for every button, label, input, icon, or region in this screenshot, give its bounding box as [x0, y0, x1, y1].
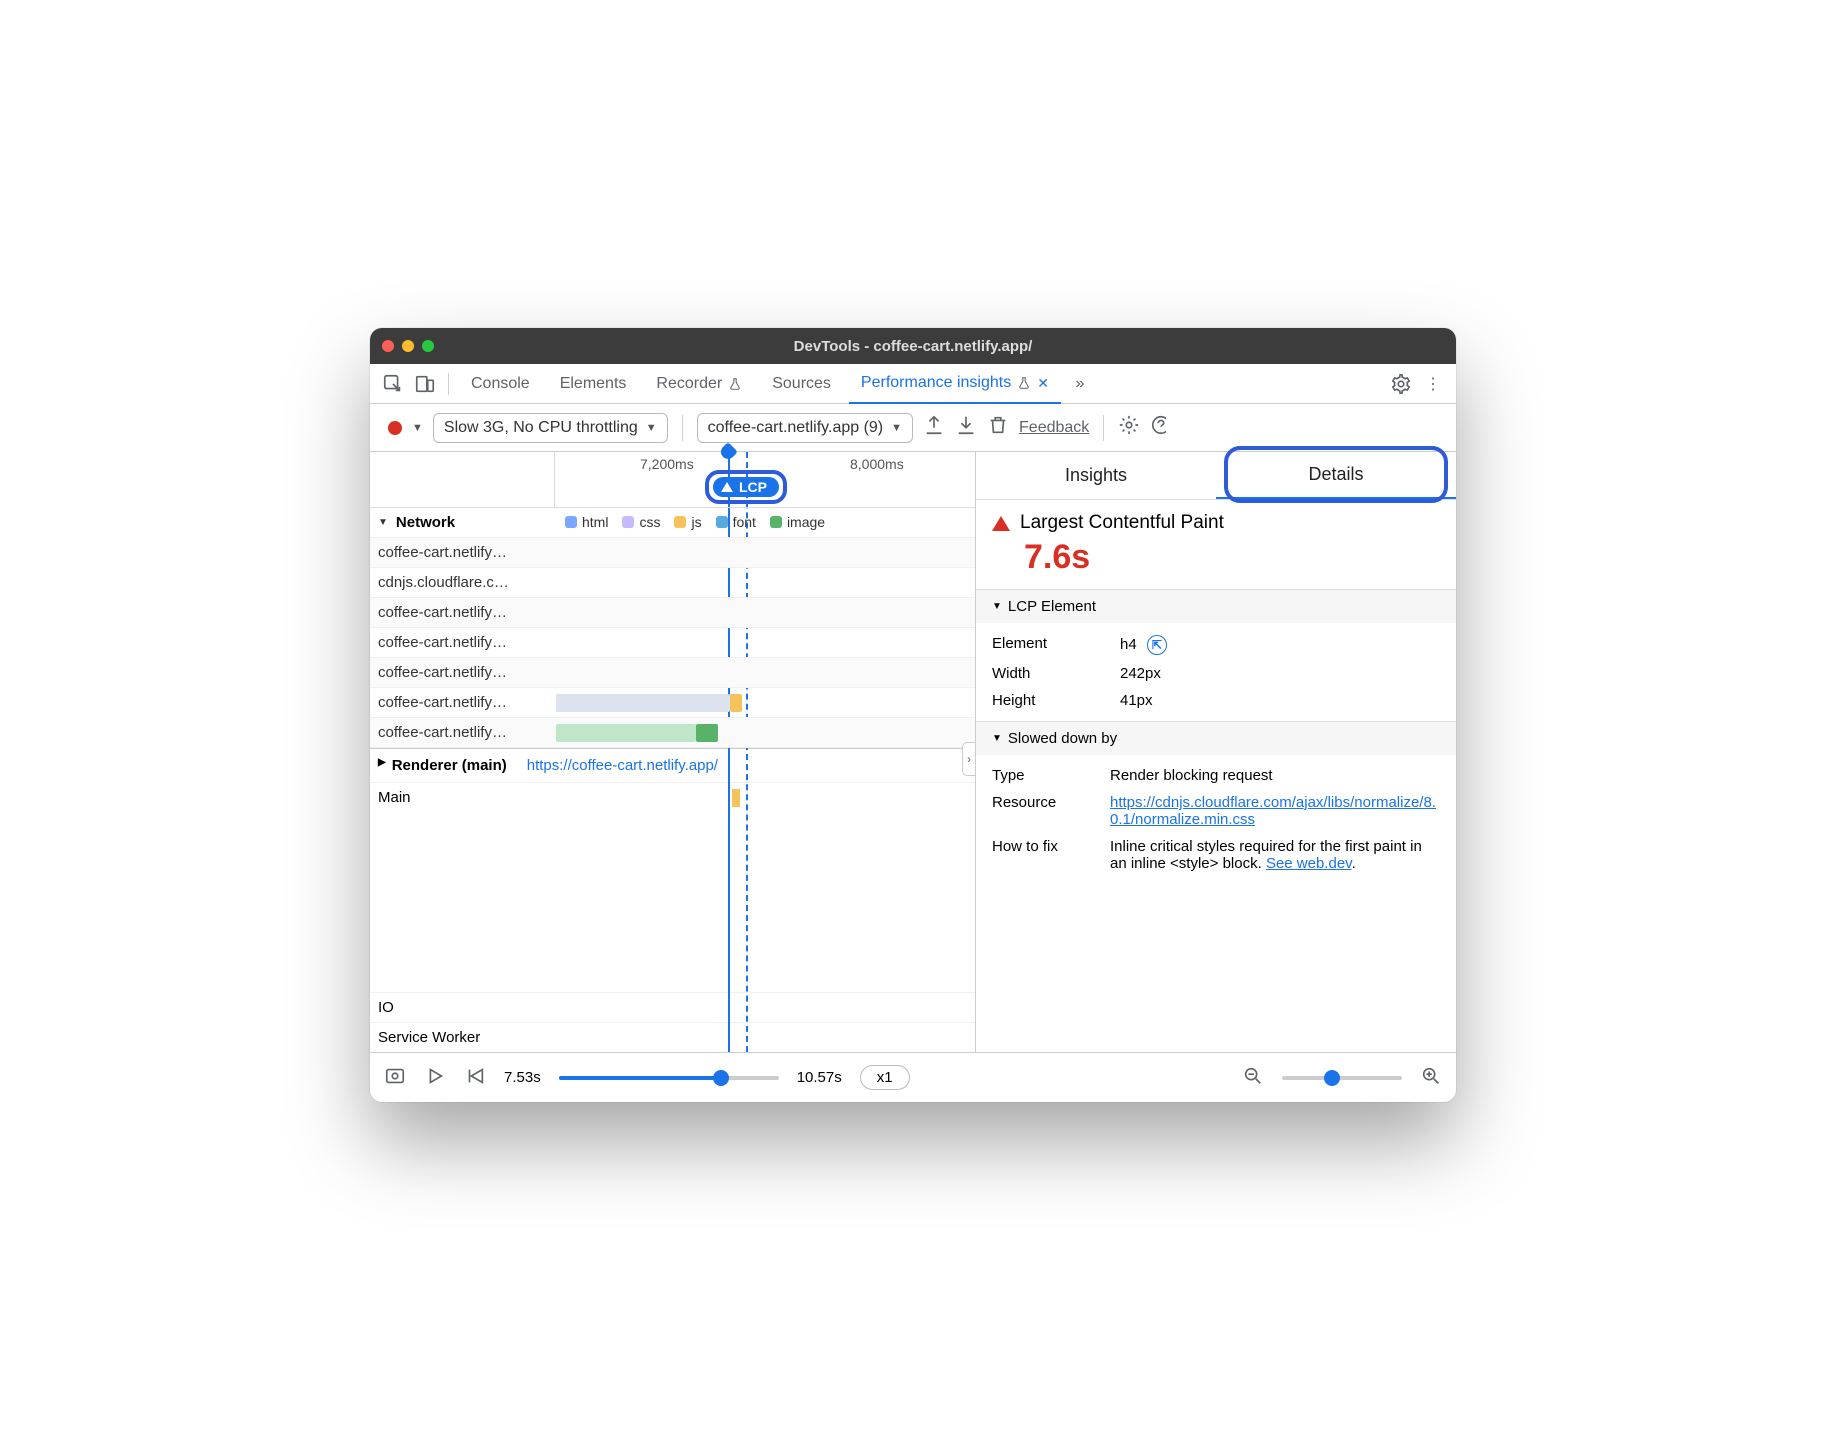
flask-icon	[728, 377, 742, 391]
overflow-tabs-icon[interactable]: »	[1067, 371, 1093, 397]
webdev-link[interactable]: See web.dev	[1266, 855, 1352, 872]
flask-icon	[1017, 376, 1031, 390]
lcp-element-accordion[interactable]: LCP Element	[976, 589, 1456, 623]
lcp-heading: Largest Contentful Paint	[992, 512, 1440, 534]
upload-icon[interactable]	[923, 414, 945, 441]
feedback-link[interactable]: Feedback	[1019, 419, 1089, 437]
zoom-out-icon[interactable]	[1242, 1065, 1264, 1091]
kebab-menu-icon[interactable]: ⋮	[1420, 371, 1446, 397]
settings-gear-icon[interactable]	[1388, 371, 1414, 397]
tab-details[interactable]: Details	[1216, 452, 1456, 499]
renderer-track-sw[interactable]: Service Worker	[370, 1022, 975, 1052]
zoom-slider[interactable]	[1282, 1076, 1402, 1080]
panel-expand-handle[interactable]: ›	[962, 742, 976, 776]
devtools-tabstrip: Console Elements Recorder Sources Perfor…	[370, 364, 1456, 404]
kv-key: Element	[992, 635, 1102, 655]
network-request-row[interactable]: coffee-cart.netlify…	[370, 538, 975, 568]
zoom-in-icon[interactable]	[1420, 1065, 1442, 1091]
ruler-tick: 8,000ms	[850, 456, 904, 472]
tab-elements[interactable]: Elements	[548, 364, 639, 403]
network-request-row[interactable]: coffee-cart.netlify…	[370, 688, 975, 718]
tab-recorder[interactable]: Recorder	[644, 364, 754, 403]
timeline-panel: 7,200ms 8,000ms LCP Network html css	[370, 452, 976, 1052]
network-request-row[interactable]: cdnjs.cloudflare.c…	[370, 568, 975, 598]
play-icon[interactable]	[424, 1065, 446, 1091]
kv-value: 41px	[1120, 692, 1440, 709]
timeline-ruler[interactable]: 7,200ms 8,000ms LCP	[370, 452, 975, 508]
devtools-window: DevTools - coffee-cart.netlify.app/ Cons…	[370, 328, 1456, 1102]
throttling-select[interactable]: Slow 3G, No CPU throttling▼	[433, 413, 668, 443]
tab-sources[interactable]: Sources	[760, 364, 843, 403]
lcp-value: 7.6s	[1024, 538, 1440, 577]
network-request-row[interactable]: coffee-cart.netlify…	[370, 718, 975, 748]
kv-value: h4 ⇱	[1120, 635, 1440, 655]
kv-key: Width	[992, 665, 1102, 682]
renderer-track-io[interactable]: IO	[370, 992, 975, 1022]
rewind-icon[interactable]	[464, 1065, 486, 1091]
kv-value: https://cdnjs.cloudflare.com/ajax/libs/n…	[1110, 794, 1440, 828]
kv-key: How to fix	[992, 838, 1092, 872]
tab-performance-insights[interactable]: Performance insights ✕	[849, 365, 1061, 404]
record-button[interactable]	[388, 421, 402, 435]
kv-key: Resource	[992, 794, 1092, 828]
delete-icon[interactable]	[987, 414, 1009, 441]
renderer-track-main[interactable]: Main	[370, 782, 975, 812]
kv-key: Height	[992, 692, 1102, 709]
kv-key: Type	[992, 767, 1092, 784]
warning-triangle-icon	[992, 516, 1010, 531]
lcp-marker[interactable]: LCP	[705, 470, 787, 504]
content-area: 7,200ms 8,000ms LCP Network html css	[370, 452, 1456, 1052]
window-title: DevTools - coffee-cart.netlify.app/	[370, 338, 1456, 355]
record-menu-caret-icon[interactable]: ▼	[412, 422, 423, 434]
window-titlebar: DevTools - coffee-cart.netlify.app/	[370, 328, 1456, 364]
close-icon[interactable]: ✕	[1037, 375, 1049, 392]
triangle-up-icon	[721, 482, 733, 492]
recording-select[interactable]: coffee-cart.netlify.app (9)▼	[697, 413, 913, 443]
network-request-row[interactable]: coffee-cart.netlify…	[370, 598, 975, 628]
network-request-row[interactable]: coffee-cart.netlify…	[370, 628, 975, 658]
time-start: 7.53s	[504, 1069, 541, 1086]
playback-slider[interactable]	[559, 1076, 779, 1080]
network-request-row[interactable]: coffee-cart.netlify…	[370, 658, 975, 688]
right-tabs: Insights Details	[976, 452, 1456, 500]
kv-value: Inline critical styles required for the …	[1110, 838, 1440, 872]
help-icon[interactable]	[1150, 414, 1166, 441]
slowed-down-accordion[interactable]: Slowed down by	[976, 721, 1456, 755]
network-legend: html css js font image	[565, 514, 825, 530]
inspect-element-icon[interactable]	[380, 371, 406, 397]
download-icon[interactable]	[955, 414, 977, 441]
details-panel: Insights Details Largest Contentful Pain…	[976, 452, 1456, 1052]
time-end: 10.57s	[797, 1069, 842, 1086]
speed-pill[interactable]: x1	[860, 1065, 910, 1090]
kv-value: 242px	[1120, 665, 1440, 682]
highlight-box	[1224, 446, 1448, 503]
screenshot-toggle-icon[interactable]	[384, 1065, 406, 1091]
perf-toolbar: ▼ Slow 3G, No CPU throttling▼ coffee-car…	[370, 404, 1456, 452]
ruler-tick: 7,200ms	[640, 456, 694, 472]
panel-settings-icon[interactable]	[1118, 414, 1140, 441]
tab-console[interactable]: Console	[459, 364, 542, 403]
kv-value: Render blocking request	[1110, 767, 1440, 784]
tab-insights[interactable]: Insights	[976, 452, 1216, 499]
reveal-element-icon[interactable]: ⇱	[1147, 635, 1167, 655]
device-toolbar-icon[interactable]	[412, 371, 438, 397]
resource-link[interactable]: https://cdnjs.cloudflare.com/ajax/libs/n…	[1110, 794, 1436, 828]
network-section-header[interactable]: Network html css js font image	[370, 508, 975, 538]
playback-footer: 7.53s 10.57s x1	[370, 1052, 1456, 1102]
network-rows: coffee-cart.netlify… cdnjs.cloudflare.c……	[370, 538, 975, 748]
renderer-section-header[interactable]: Renderer (main) https://coffee-cart.netl…	[370, 748, 975, 782]
renderer-url-link[interactable]: https://coffee-cart.netlify.app/	[527, 757, 718, 774]
